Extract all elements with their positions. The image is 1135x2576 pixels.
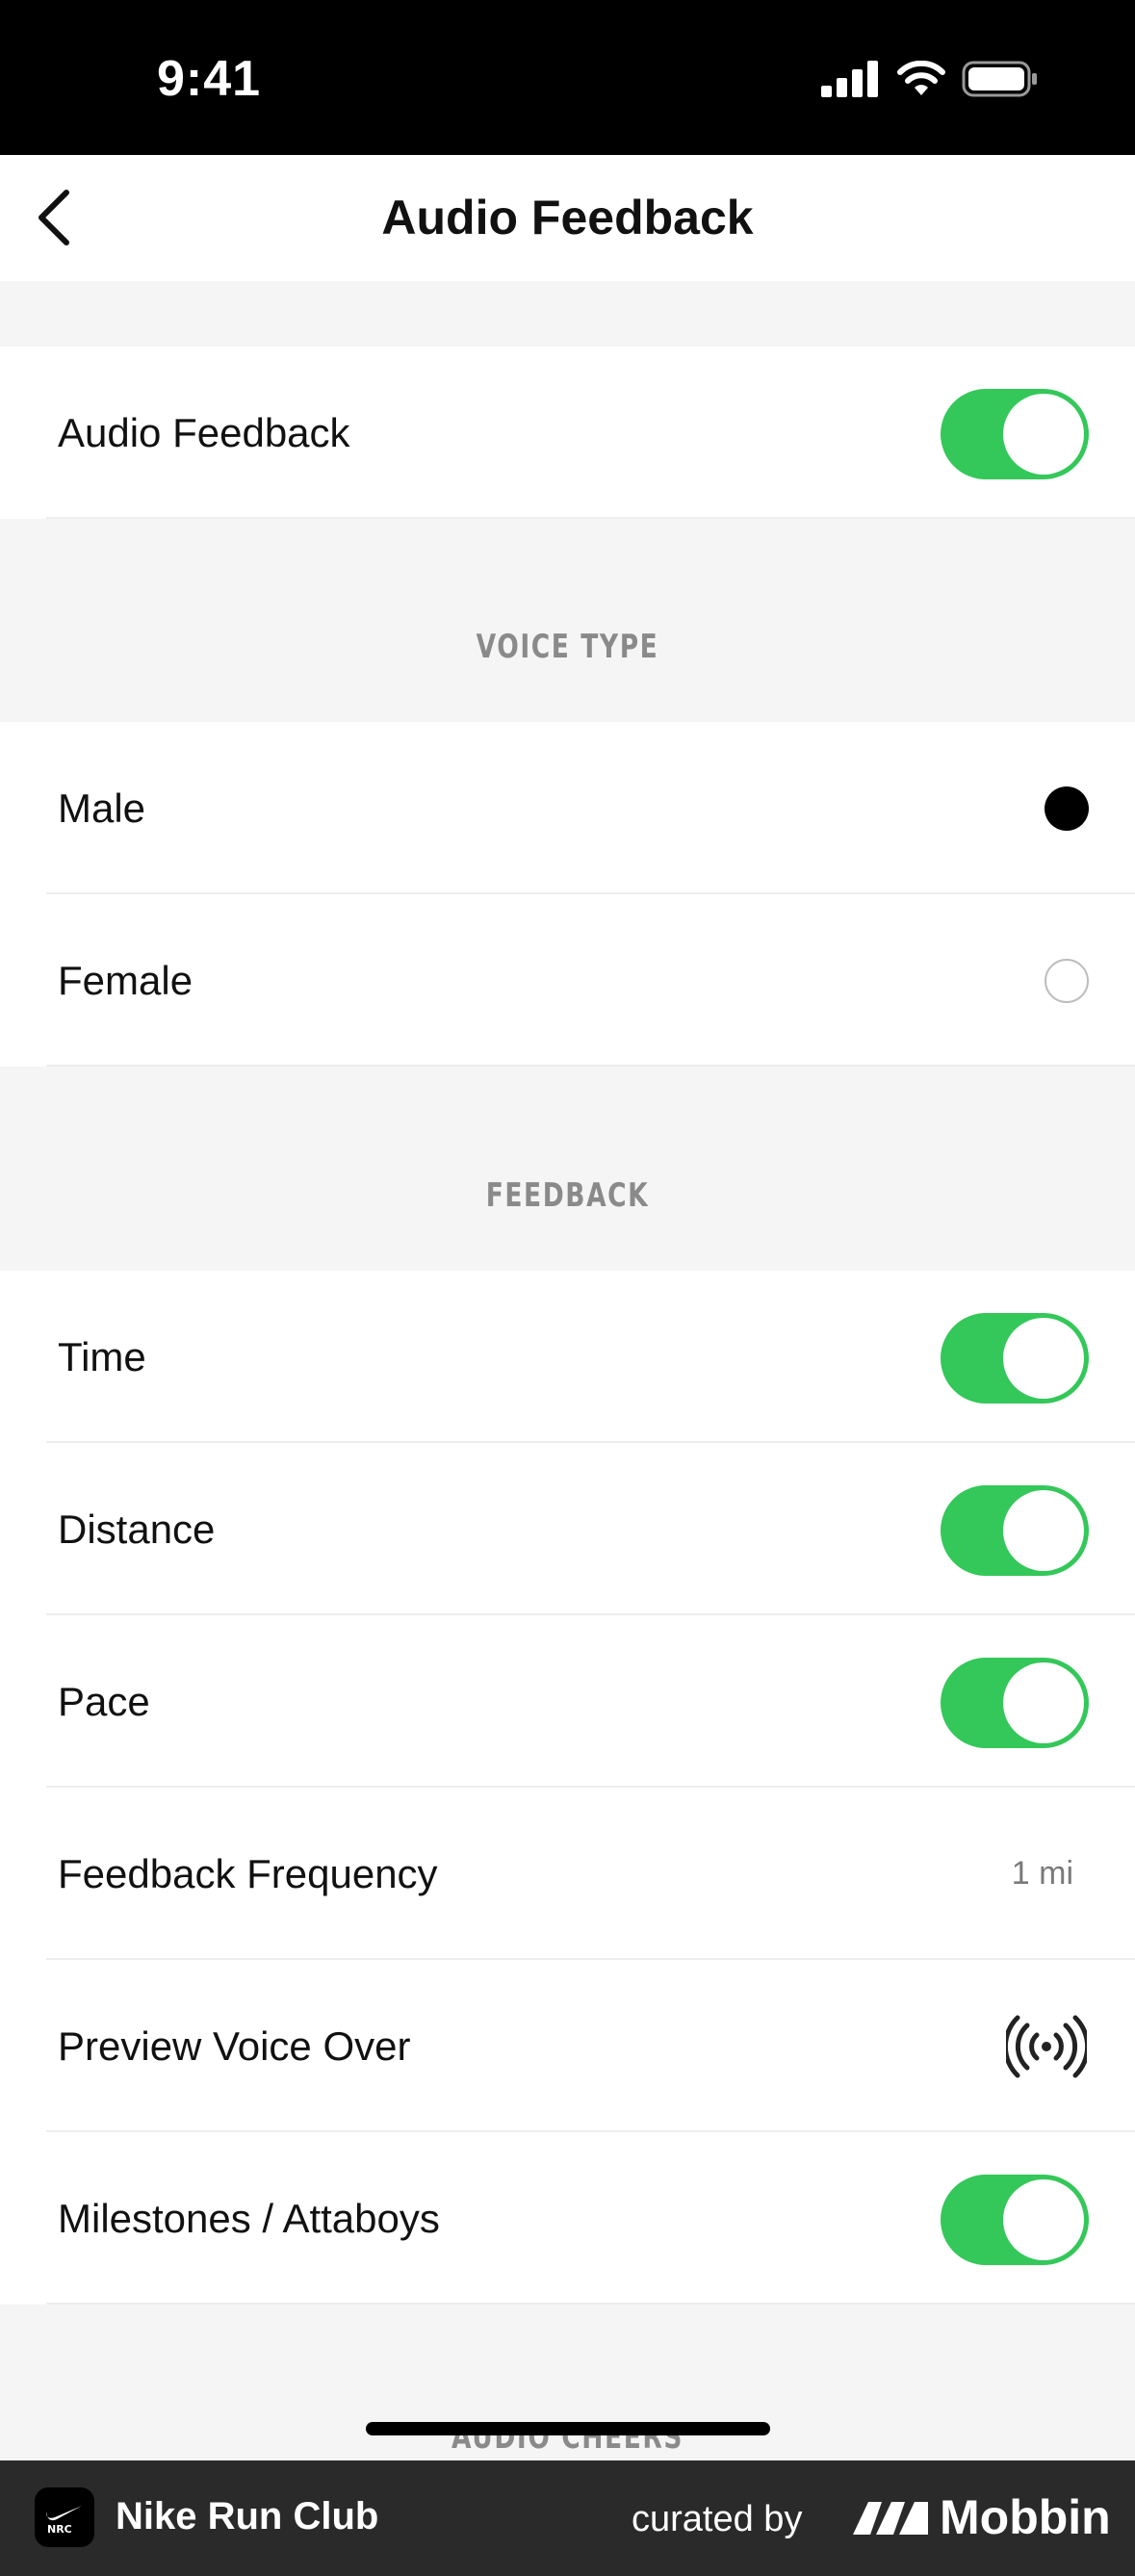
nav-bar: Audio Feedback (0, 155, 1135, 281)
distance-row: Distance (0, 1443, 1135, 1615)
voice-option-label: Female (58, 957, 193, 1003)
toggle-knob (1003, 394, 1084, 475)
feedback-header: FEEDBACK (485, 1176, 650, 1215)
cellular-signal-icon (821, 61, 878, 97)
nike-run-club-logo: NRC (35, 2487, 94, 2547)
status-time: 9:41 (157, 51, 262, 107)
curated-by-label: curated by (632, 2499, 803, 2539)
time-toggle[interactable] (941, 1313, 1089, 1404)
time-label: Time (58, 1333, 146, 1379)
male-radio[interactable] (1045, 786, 1089, 831)
mobbin-logo-icon (853, 2502, 928, 2535)
toggle-knob (1003, 1318, 1084, 1399)
female-radio[interactable] (1045, 959, 1089, 1003)
home-indicator (366, 2422, 770, 2435)
pace-toggle[interactable] (941, 1658, 1089, 1748)
nike-swoosh-icon: NRC (46, 2506, 82, 2536)
voice-option-label: Male (58, 785, 146, 831)
audio-feedback-toggle[interactable] (941, 389, 1089, 479)
preview-voice-over-row[interactable]: Preview Voice Over (0, 1960, 1135, 2132)
pace-row: Pace (0, 1615, 1135, 1788)
status-icons (821, 60, 1039, 98)
toggle-knob (1003, 1490, 1084, 1571)
distance-label: Distance (58, 1506, 216, 1552)
voice-option-male[interactable]: Male (0, 722, 1135, 894)
wifi-icon (897, 61, 945, 95)
pace-label: Pace (58, 1678, 150, 1724)
broadcast-icon[interactable] (1006, 2008, 1087, 2085)
time-row: Time (0, 1271, 1135, 1443)
divider (46, 1065, 1135, 1067)
milestones-row: Milestones / Attaboys (0, 2132, 1135, 2305)
mobbin-brand: Mobbin (851, 2489, 1111, 2545)
logo-text: NRC (47, 2523, 72, 2536)
feedback-frequency-value: 1 mi (1011, 1855, 1073, 1892)
audio-feedback-row: Audio Feedback (0, 347, 1135, 519)
feedback-frequency-row[interactable]: Feedback Frequency 1 mi (0, 1788, 1135, 1960)
voice-type-header: VOICE TYPE (476, 628, 659, 666)
milestones-label: Milestones / Attaboys (58, 2195, 440, 2241)
preview-voice-over-label: Preview Voice Over (58, 2022, 411, 2069)
distance-toggle[interactable] (941, 1485, 1089, 1576)
voice-option-female[interactable]: Female (0, 894, 1135, 1067)
mobbin-brand-text: Mobbin (940, 2490, 1111, 2544)
app-name: Nike Run Club (116, 2495, 379, 2537)
page-title: Audio Feedback (381, 191, 754, 245)
milestones-toggle[interactable] (941, 2175, 1089, 2265)
feedback-frequency-label: Feedback Frequency (58, 1850, 438, 1896)
divider (46, 517, 1135, 519)
toggle-knob (1003, 1662, 1084, 1743)
audio-feedback-label: Audio Feedback (58, 409, 350, 455)
battery-icon (962, 61, 1037, 97)
status-bar: 9:41 (0, 0, 1135, 155)
divider (46, 2303, 1135, 2305)
toggle-knob (1003, 2179, 1084, 2260)
footer-banner: NRC Nike Run Club curated by Mobbin (0, 2460, 1135, 2576)
